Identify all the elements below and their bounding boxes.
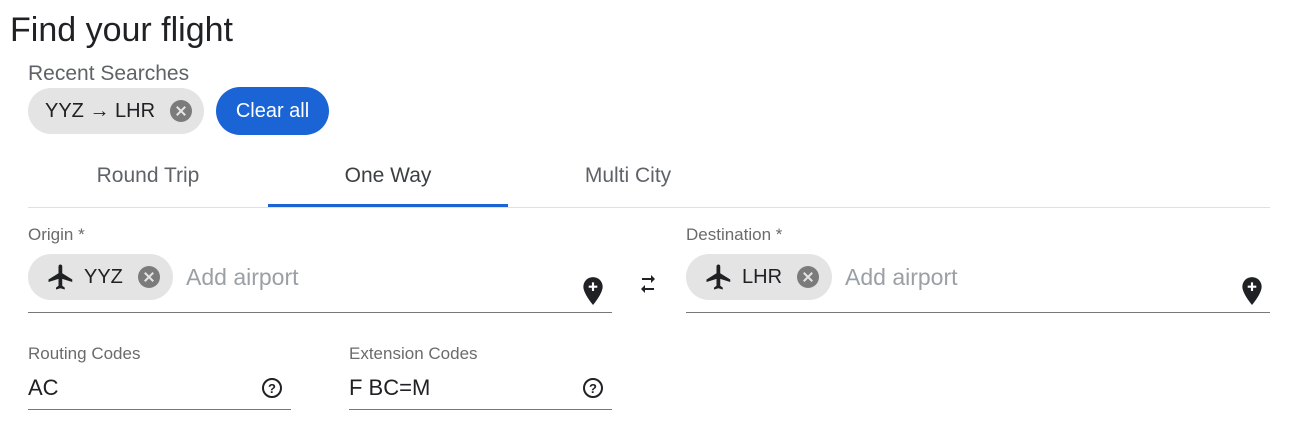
recent-search-chip-label: YYZ → LHR [45, 99, 156, 122]
routing-codes-input[interactable]: AC [28, 375, 59, 401]
routing-codes-label: Routing Codes [28, 344, 141, 363]
tab-multi-city[interactable]: Multi City [508, 147, 748, 205]
extension-codes-underline [349, 409, 612, 410]
recent-search-chip[interactable]: YYZ → LHR [28, 88, 204, 134]
tab-round-trip[interactable]: Round Trip [28, 147, 268, 205]
origin-label: Origin * [28, 225, 85, 244]
origin-chip-label: YYZ [84, 265, 123, 288]
help-icon[interactable]: ? [262, 378, 282, 398]
routing-codes-underline [28, 409, 291, 410]
origin-underline [28, 312, 612, 313]
destination-chip-label: LHR [742, 265, 783, 288]
remove-destination-icon[interactable] [797, 266, 820, 288]
airplane-icon [46, 262, 76, 292]
recent-searches-label: Recent Searches [28, 62, 190, 85]
add-location-icon[interactable] [580, 276, 606, 306]
airplane-icon [704, 262, 734, 292]
add-location-icon[interactable] [1239, 276, 1265, 306]
tab-one-way[interactable]: One Way [268, 147, 508, 205]
destination-label: Destination * [686, 225, 783, 244]
remove-recent-search-icon[interactable] [170, 100, 193, 122]
page-title: Find your flight [10, 11, 233, 49]
destination-input[interactable]: Add airport [845, 264, 958, 291]
destination-underline [686, 312, 1270, 313]
clear-all-button[interactable]: Clear all [216, 87, 329, 135]
remove-origin-icon[interactable] [137, 266, 160, 288]
swap-icon[interactable] [634, 273, 662, 297]
tabs-divider [28, 207, 1270, 208]
extension-codes-label: Extension Codes [349, 344, 478, 363]
help-icon[interactable]: ? [583, 378, 603, 398]
origin-airport-chip[interactable]: YYZ [28, 254, 173, 300]
extension-codes-input[interactable]: F BC=M [349, 375, 430, 401]
destination-airport-chip[interactable]: LHR [686, 254, 832, 300]
origin-input[interactable]: Add airport [186, 264, 299, 291]
